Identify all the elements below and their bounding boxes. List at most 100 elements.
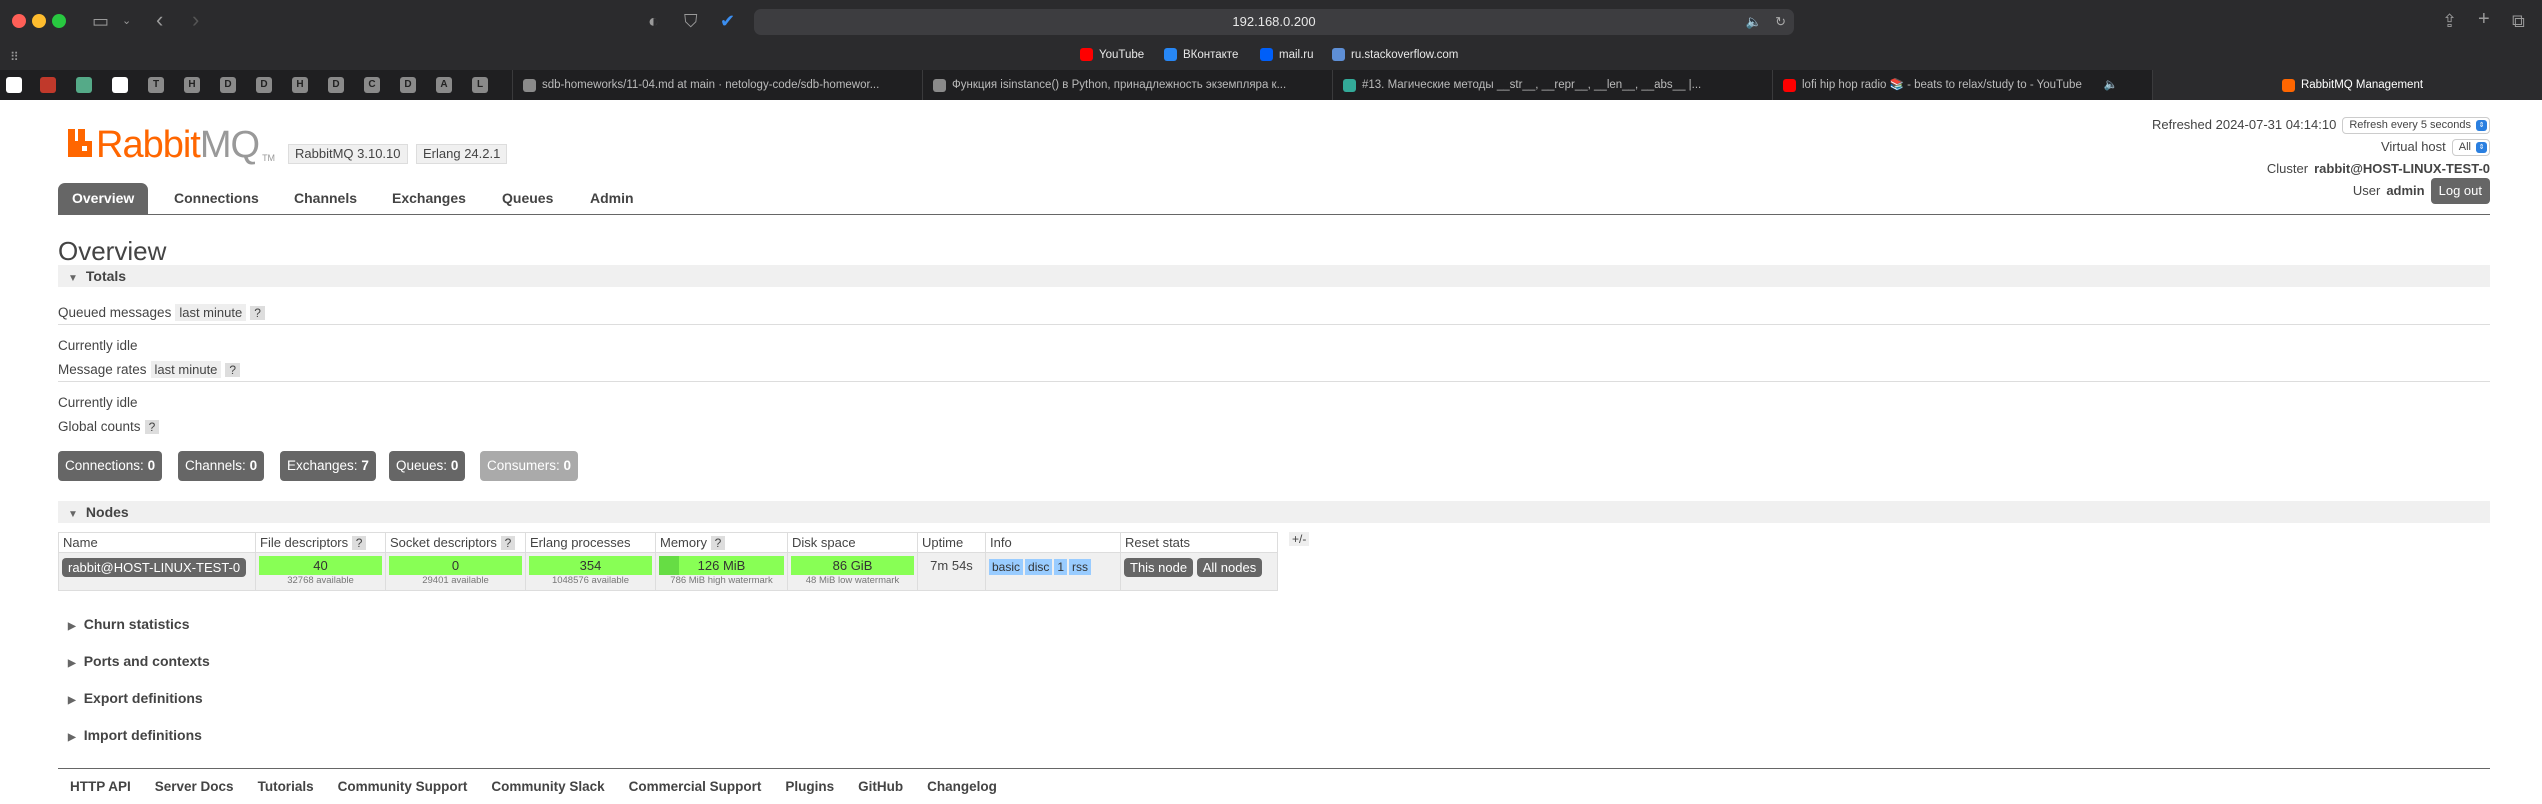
reset-all-nodes-button[interactable]: All nodes	[1196, 558, 1263, 577]
refresh-select[interactable]: Refresh every 5 seconds ⇕	[2342, 116, 2490, 134]
footer-link-community-slack[interactable]: Community Slack	[491, 779, 604, 794]
speaker-icon[interactable]: 🔈	[1746, 9, 1762, 35]
back-icon[interactable]: ‹	[156, 9, 163, 31]
footer-link-community-support[interactable]: Community Support	[338, 779, 468, 794]
tab-favicon	[1343, 78, 1356, 92]
footer-link-changelog[interactable]: Changelog	[927, 779, 997, 794]
info-basic[interactable]: basic	[989, 559, 1024, 575]
queues-counter[interactable]: Queues: 0	[389, 451, 466, 481]
footer-link-commercial-support[interactable]: Commercial Support	[629, 779, 762, 794]
tab-exchanges[interactable]: Exchanges	[378, 183, 480, 214]
message-rates-range[interactable]: last minute	[150, 361, 222, 378]
churn-statistics-section[interactable]: ▶ Churn statistics	[58, 613, 190, 635]
tab-rabbitmq[interactable]: RabbitMQ Management	[2152, 70, 2542, 100]
pinned-tab[interactable]: T	[148, 77, 164, 93]
tab-admin[interactable]: Admin	[576, 183, 648, 214]
tab-lofi[interactable]: lofi hip hop radio 📚 - beats to relax/st…	[1772, 70, 2152, 100]
tab-queues[interactable]: Queues	[488, 183, 567, 214]
tab-magic-methods[interactable]: #13. Магические методы __str__, __repr__…	[1332, 70, 1742, 100]
pinned-tab-github[interactable]	[6, 77, 22, 93]
divider	[58, 381, 2490, 382]
vhost-select[interactable]: All ⇕	[2451, 138, 2490, 156]
bookmark-stackoverflow[interactable]: ru.stackoverflow.com	[1332, 48, 1458, 61]
rabbitmq-logo[interactable]: RabbitMQ TM	[68, 125, 275, 165]
queued-messages-range[interactable]: last minute	[175, 304, 247, 321]
footer-link-github[interactable]: GitHub	[858, 779, 903, 794]
info-count[interactable]: 1	[1054, 559, 1068, 575]
fd-bar: 40	[259, 556, 382, 575]
pinned-tab[interactable]: D	[256, 77, 272, 93]
import-definitions-section[interactable]: ▶ Import definitions	[58, 724, 202, 746]
col-info: Info	[985, 532, 1121, 553]
minimize-window-button[interactable]	[32, 14, 46, 28]
address-bar[interactable]: 192.168.0.200 🔈 ↻	[754, 9, 1794, 35]
node-link[interactable]: rabbit@HOST-LINUX-TEST-0	[62, 558, 247, 577]
forward-icon[interactable]: ›	[192, 9, 199, 31]
columns-toggle-button[interactable]: +/-	[1289, 532, 1310, 546]
bookmark-vk[interactable]: ВКонтакте	[1164, 48, 1238, 61]
help-button[interactable]: ?	[250, 305, 265, 320]
new-tab-icon[interactable]: +	[2478, 9, 2490, 29]
shield-icon[interactable]: ⛉	[684, 12, 698, 30]
footer-link-plugins[interactable]: Plugins	[785, 779, 834, 794]
pinned-tab[interactable]: D	[400, 77, 416, 93]
info-disc[interactable]: disc	[1025, 559, 1053, 575]
erlang-version-badge: Erlang 24.2.1	[416, 144, 508, 164]
select-arrow-icon: ⇕	[2476, 141, 2487, 153]
tab-channels[interactable]: Channels	[280, 183, 371, 214]
memory-value: 126 MiB	[697, 558, 746, 573]
info-rss[interactable]: rss	[1069, 559, 1092, 575]
reload-icon[interactable]: ↻	[1775, 9, 1786, 35]
exchanges-counter[interactable]: Exchanges: 7	[280, 451, 376, 481]
pinned-tab[interactable]: D	[220, 77, 236, 93]
col-file-descriptors: File descriptors ?	[255, 532, 386, 553]
node-name-cell: rabbit@HOST-LINUX-TEST-0	[58, 552, 256, 591]
reset-this-node-button[interactable]: This node	[1124, 558, 1194, 577]
zoom-window-button[interactable]	[52, 14, 66, 28]
pinned-tab[interactable]: C	[364, 77, 380, 93]
logo-tm: TM	[262, 153, 276, 163]
footer-link-server-docs[interactable]: Server Docs	[155, 779, 234, 794]
help-button[interactable]: ?	[225, 362, 241, 377]
sidebar-icon[interactable]: ▭	[92, 12, 109, 30]
audio-icon[interactable]: 🔈	[2104, 70, 2118, 100]
privacy-icon[interactable]: ◐	[648, 12, 659, 30]
pinned-tab[interactable]	[112, 77, 128, 93]
pinned-tab[interactable]	[76, 77, 92, 93]
export-definitions-section[interactable]: ▶ Export definitions	[58, 687, 203, 709]
uptime-cell: 7m 54s	[917, 552, 986, 591]
connections-counter[interactable]: Connections: 0	[58, 451, 163, 481]
help-button[interactable]: ?	[144, 419, 160, 434]
cluster-name: rabbit@HOST-LINUX-TEST-0	[2314, 161, 2490, 176]
bookmark-mailru[interactable]: mail.ru	[1260, 48, 1314, 61]
help-button[interactable]: ?	[351, 536, 367, 550]
consumers-counter[interactable]: Consumers: 0	[480, 451, 579, 481]
tab-overview[interactable]: Overview	[58, 183, 149, 214]
share-icon[interactable]: ⇪	[2442, 12, 2457, 30]
help-button[interactable]: ?	[710, 536, 726, 550]
tab-python[interactable]: Функция isinstance() в Python, принадлеж…	[922, 70, 1332, 100]
apps-grid-icon[interactable]: ⠿	[10, 48, 19, 66]
footer-link-tutorials[interactable]: Tutorials	[258, 779, 314, 794]
pinned-tab[interactable]: H	[184, 77, 200, 93]
ports-contexts-section[interactable]: ▶ Ports and contexts	[58, 650, 210, 672]
bookmark-youtube[interactable]: YouTube	[1080, 48, 1144, 61]
nodes-section-header[interactable]: ▼ Nodes	[58, 501, 2490, 523]
tab-github[interactable]: sdb-homeworks/11-04.md at main · netolog…	[512, 70, 922, 100]
tab-overview-icon[interactable]: ⧉	[2512, 12, 2525, 30]
extension-shield-icon[interactable]: ✔	[720, 12, 735, 30]
pinned-tab[interactable]	[40, 77, 56, 93]
chevron-down-icon[interactable]: ⌄	[122, 12, 131, 30]
help-button[interactable]: ?	[500, 536, 516, 550]
pinned-tab[interactable]: A	[436, 77, 452, 93]
close-window-button[interactable]	[12, 14, 26, 28]
pinned-tab[interactable]: L	[472, 77, 488, 93]
pinned-tab[interactable]: H	[292, 77, 308, 93]
col-reset-stats: Reset stats	[1120, 532, 1278, 553]
channels-counter[interactable]: Channels: 0	[178, 451, 265, 481]
pinned-tab[interactable]: D	[328, 77, 344, 93]
footer-link-http-api[interactable]: HTTP API	[70, 779, 131, 794]
totals-section-header[interactable]: ▼ Totals	[58, 265, 2490, 287]
select-arrow-icon: ⇕	[2476, 119, 2487, 131]
tab-connections[interactable]: Connections	[160, 183, 273, 214]
